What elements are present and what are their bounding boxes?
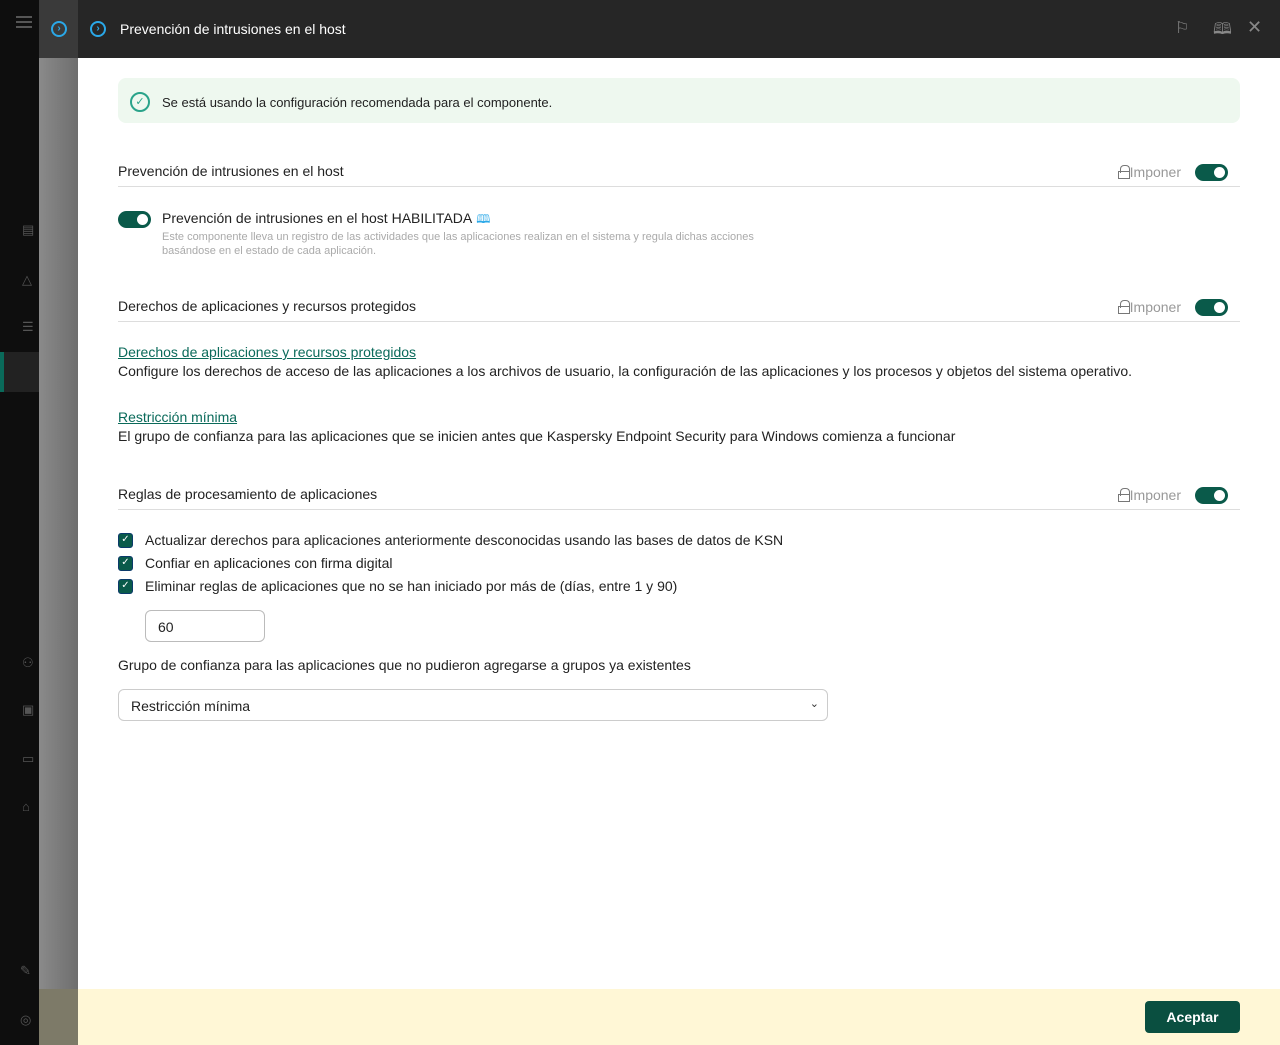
lock-icon — [1118, 488, 1130, 502]
hips-enable-toggle[interactable] — [118, 211, 151, 228]
trust-group-select[interactable]: Restricción mínima ⌄ — [118, 689, 828, 721]
signature-label: Confiar en aplicaciones con firma digita… — [145, 555, 393, 571]
enforce-toggle[interactable] — [1195, 487, 1228, 504]
enforce-label: Imponer — [1129, 164, 1181, 180]
enforce-label: Imponer — [1129, 487, 1181, 503]
monitor-icon[interactable]: ▭ — [22, 752, 38, 766]
banner-text: Se está usando la configuración recomend… — [162, 95, 553, 110]
help-book-icon[interactable]: 🕮 — [1213, 18, 1232, 45]
user-icon[interactable]: ⚇ — [22, 656, 38, 670]
section-title: Reglas de procesamiento de aplicaciones — [118, 486, 378, 502]
check-circle-icon: ✓ — [130, 92, 150, 112]
tasks-icon[interactable]: ☰ — [22, 320, 38, 334]
accept-button[interactable]: Aceptar — [1145, 1001, 1240, 1033]
close-icon[interactable]: ✕ — [1247, 17, 1262, 38]
devices-icon[interactable]: ▣ — [22, 703, 38, 717]
flag-icon[interactable]: ⚐ — [1175, 18, 1189, 38]
left-nav: ▤ △ ☰ ⚇ ▣ ▭ ⌂ ✎ ◎ — [0, 0, 39, 1045]
window-title: Prevención de intrusiones en el host — [120, 21, 346, 37]
enforce-toggle[interactable] — [1195, 299, 1228, 316]
dashboard-icon[interactable]: ▤ — [22, 223, 38, 237]
app-rights-desc: Configure los derechos de acceso de las … — [118, 363, 1133, 379]
header-left: › — [39, 0, 78, 58]
ksn-checkbox[interactable]: ✓ — [118, 533, 133, 548]
section-title: Derechos de aplicaciones y recursos prot… — [118, 298, 417, 314]
expand-icon[interactable]: › — [51, 21, 67, 37]
overlay-shade — [39, 58, 78, 1045]
section-header-rights: Derechos de aplicaciones y recursos prot… — [118, 292, 1240, 322]
component-icon: › — [90, 21, 106, 37]
signature-checkbox[interactable]: ✓ — [118, 556, 133, 571]
menu-icon[interactable] — [16, 16, 32, 28]
section-header-hips: Prevención de intrusiones en el host Imp… — [118, 157, 1240, 187]
lock-icon — [1118, 300, 1130, 314]
status-banner: ✓ Se está usando la configuración recome… — [118, 78, 1240, 123]
account-icon[interactable]: ◎ — [20, 1013, 36, 1027]
window-header: › Prevención de intrusiones en el host ⚐… — [78, 0, 1280, 58]
delete-rules-label: Eliminar reglas de aplicaciones que no s… — [145, 578, 678, 594]
enforce-label: Imponer — [1129, 299, 1181, 315]
days-input[interactable]: 60 — [145, 610, 265, 642]
wrench-icon[interactable]: ✎ — [20, 964, 36, 978]
section-title: Prevención de intrusiones en el host — [118, 163, 344, 179]
alert-icon[interactable]: △ — [22, 273, 38, 287]
low-restricted-link[interactable]: Restricción mínima — [118, 409, 237, 425]
chevron-down-icon: ⌄ — [809, 698, 819, 710]
lock-icon — [1118, 165, 1130, 179]
help-book-icon[interactable]: 🕮 — [476, 212, 490, 226]
delete-rules-checkbox[interactable]: ✓ — [118, 579, 133, 594]
enforce-toggle[interactable] — [1195, 164, 1228, 181]
app-rights-link[interactable]: Derechos de aplicaciones y recursos prot… — [118, 344, 416, 360]
hips-toggle-label: Prevención de intrusiones en el host HAB… — [162, 210, 491, 226]
hips-description: Este componente lleva un registro de las… — [162, 231, 754, 257]
settings-panel: ✓ Se está usando la configuración recome… — [78, 58, 1280, 989]
low-restricted-desc: El grupo de confianza para las aplicacio… — [118, 428, 956, 444]
nav-active-item[interactable] — [0, 352, 39, 392]
footer-bar: Aceptar — [78, 989, 1280, 1045]
selected-value: Restricción mínima — [131, 698, 251, 714]
ksn-label: Actualizar derechos para aplicaciones an… — [145, 532, 784, 548]
section-header-rules: Reglas de procesamiento de aplicaciones … — [118, 480, 1240, 510]
basket-icon[interactable]: ⌂ — [22, 800, 38, 814]
trust-group-label: Grupo de confianza para las aplicaciones… — [118, 657, 691, 673]
